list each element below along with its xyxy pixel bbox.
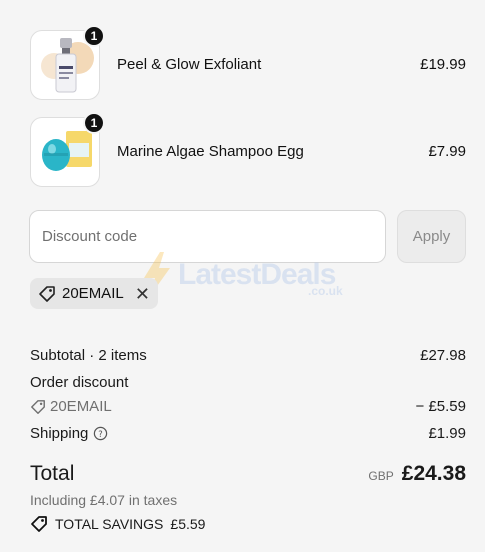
remove-discount-icon[interactable]: ✕	[135, 285, 150, 303]
total-row: Total GBP £24.38	[30, 462, 466, 486]
order-discount-value: − £5.59	[415, 398, 466, 415]
total-savings-row: TOTAL SAVINGS £5.59	[30, 515, 466, 533]
total-amount-group: GBP £24.38	[368, 462, 466, 486]
shampoo-egg-image	[36, 123, 94, 181]
total-savings-label: TOTAL SAVINGS	[55, 516, 164, 532]
item-name: Peel & Glow Exfoliant	[117, 56, 262, 73]
subtotal-row: Subtotal · 2 items £27.98	[30, 347, 466, 364]
total-label: Total	[30, 462, 75, 485]
subtotal-value: £27.98	[420, 347, 466, 364]
applied-discount-chip: 20EMAIL ✕	[30, 278, 158, 309]
subtotal-label: Subtotal · 2 items	[30, 347, 147, 364]
svg-text:?: ?	[99, 429, 103, 439]
shipping-value: £1.99	[428, 425, 466, 442]
cart-item: 1 Marine Algae Shampoo Egg £7.99	[30, 112, 466, 189]
taxes-row: Including £4.07 in taxes	[30, 492, 466, 508]
product-thumbnail: 1	[30, 25, 105, 100]
currency-code: GBP	[368, 469, 394, 483]
watermark-subtext: .co.uk	[308, 284, 343, 298]
tag-icon	[31, 516, 47, 532]
order-discount-code-row: 20EMAIL − £5.59	[30, 398, 466, 415]
order-discount-code-text: 20EMAIL	[50, 398, 112, 415]
total-value: £24.38	[401, 462, 466, 485]
item-price: £19.99	[420, 56, 466, 73]
quantity-badge: 1	[83, 112, 105, 134]
total-savings-value: £5.59	[170, 516, 206, 532]
serum-bottle-image	[36, 36, 94, 94]
order-discount-row: Order discount	[30, 374, 466, 391]
taxes-note: Including £4.07 in taxes	[30, 492, 178, 508]
watermark-logo: LatestDeals .co.uk	[140, 250, 360, 300]
shipping-row: Shipping ? £1.99	[30, 425, 466, 442]
shipping-label: Shipping	[30, 425, 89, 442]
item-name: Marine Algae Shampoo Egg	[117, 143, 304, 160]
apply-button[interactable]: Apply	[397, 210, 466, 263]
tag-icon	[39, 285, 55, 302]
shipping-label-group: Shipping ?	[30, 425, 108, 442]
cart-item: 1 Peel & Glow Exfoliant £19.99	[30, 25, 466, 102]
product-thumbnail: 1	[30, 112, 105, 187]
applied-code-label: 20EMAIL	[62, 285, 124, 302]
help-icon[interactable]: ?	[93, 426, 108, 441]
quantity-badge: 1	[83, 25, 105, 47]
tag-icon	[31, 399, 45, 414]
order-discount-code: 20EMAIL	[30, 398, 112, 415]
item-price: £7.99	[428, 143, 466, 160]
order-discount-label: Order discount	[30, 374, 129, 391]
